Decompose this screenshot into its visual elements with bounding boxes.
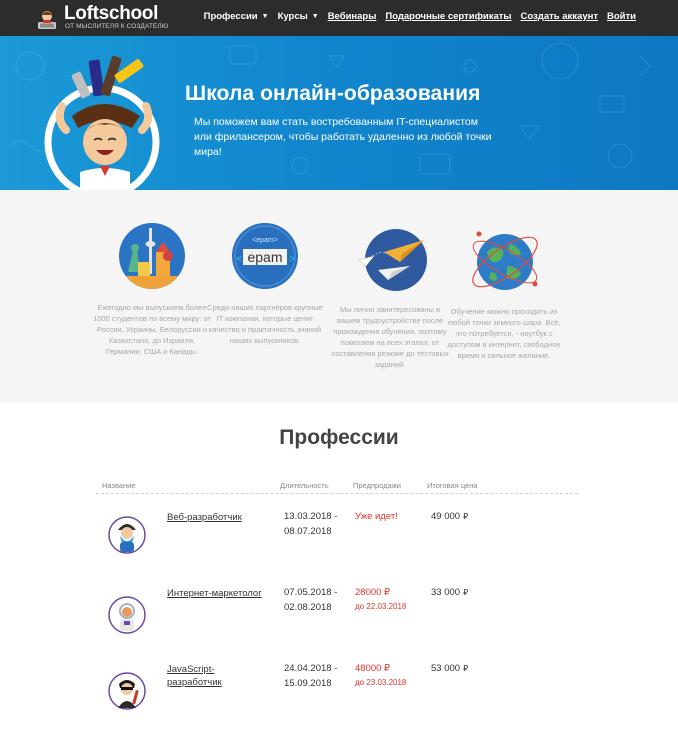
nav-link-create-account[interactable]: Создать аккаунт (521, 11, 598, 22)
table-row: Интернет-маркетолог 07.05.2018 - 02.08.2… (96, 582, 578, 652)
marketer-avatar-icon (108, 596, 146, 634)
course-price: 53 000 ₽ (431, 663, 468, 674)
course-link[interactable]: JavaScript-разработчик (167, 663, 245, 689)
duration-start: 24.04.2018 - (284, 663, 338, 674)
ruble-sign: ₽ (463, 588, 469, 597)
presale-status: Уже идет! (355, 511, 398, 522)
course-price: 33 000 ₽ (431, 587, 468, 598)
table-row: Веб-разработчик 13.03.2018 - 08.07.2018 … (96, 506, 578, 576)
epam-bracket: > (289, 254, 295, 265)
ruble-sign: ₽ (463, 512, 469, 521)
price-value: 53 000 (431, 663, 461, 674)
course-link[interactable]: Веб-разработчик (167, 511, 242, 524)
nav-link-webinars[interactable]: Вебинары (328, 11, 377, 22)
course-link[interactable]: Интернет-маркетолог (167, 587, 262, 600)
nav-links: Профессии ▼ Курсы ▼ Вебинары Подарочные се… (204, 11, 636, 22)
epam-big-logo: epam (247, 249, 282, 265)
hero-banner: Школа онлайн-образования Мы поможем вам … (0, 36, 678, 190)
nav-link-gift-certificates[interactable]: Подарочные сертификаты (385, 11, 511, 22)
ruble-sign: ₽ (463, 664, 469, 673)
nav-link-professions[interactable]: Профессии ▼ (204, 11, 269, 22)
logo-tagline: ОТ МЫСЛИТЕЛЯ К СОЗДАТЕЛЮ (65, 23, 169, 30)
logo-mascot-icon (38, 11, 56, 29)
column-header-duration: Длительность (280, 481, 329, 490)
duration-start: 07.05.2018 - (284, 587, 338, 598)
nav-link-label: Курсы (277, 11, 308, 22)
epam-bracket: < (236, 254, 242, 265)
course-presale: 48000 ₽ до 23.03.2018 (355, 661, 406, 689)
column-header-price: Итоговая цена (427, 481, 478, 490)
course-duration: 24.04.2018 - 15.09.2018 (284, 661, 337, 691)
course-price: 49 000 ₽ (431, 511, 468, 522)
presale-price: 48000 ₽ (355, 663, 391, 674)
hero-title: Школа онлайн-образования (185, 82, 481, 105)
price-value: 33 000 (431, 587, 461, 598)
price-value: 49 000 (431, 511, 461, 522)
duration-end: 08.07.2018 (284, 526, 332, 537)
globe-orbit-icon (472, 231, 538, 290)
column-header-name: Название (102, 481, 136, 490)
feature-text: Среди наших партнёров крупные IT компани… (207, 303, 323, 345)
caret-down-icon: ▼ (311, 13, 319, 20)
logo-name: Loftschool (64, 3, 159, 24)
course-presale: 28000 ₽ до 22.03.2018 (355, 585, 406, 613)
table-row: JavaScript-разработчик 24.04.2018 - 15.0… (96, 660, 578, 730)
feature-text: Ежегодно мы выпускаем более 1000 студент… (93, 303, 211, 356)
caret-down-icon: ▼ (261, 13, 269, 20)
duration-start: 13.03.2018 - (284, 511, 338, 522)
features-section: Ежегодно мы выпускаем более 1000 студент… (0, 190, 678, 403)
course-duration: 13.03.2018 - 08.07.2018 (284, 509, 337, 539)
js-developer-avatar-icon (108, 672, 146, 710)
feature-text: Обучение можно проходить из любой точки … (447, 307, 561, 360)
epam-small-logo: <epam> (252, 237, 278, 244)
presale-until: до 22.03.2018 (355, 602, 407, 611)
nav-link-courses[interactable]: Курсы ▼ (278, 11, 319, 22)
nav-link-login[interactable]: Войти (607, 11, 636, 22)
world-landmarks-icon (119, 223, 185, 289)
professions-table-header: Название Длительность Предпродажи Итогов… (96, 481, 578, 494)
course-duration: 07.05.2018 - 02.08.2018 (284, 585, 337, 615)
professions-title: Профессии (279, 426, 399, 449)
presale-until: до 23.03.2018 (355, 678, 407, 687)
epam-logo-icon: <epam> epam > < (232, 223, 298, 289)
column-header-presale: Предпродажи (353, 481, 401, 490)
duration-end: 02.08.2018 (284, 602, 332, 613)
nav-link-label: Профессии (203, 11, 258, 22)
feature-remote: Обучение можно проходить из любой точки … (444, 222, 564, 361)
duration-end: 15.09.2018 (284, 678, 332, 689)
hero-character-illustration (44, 55, 160, 190)
presale-price: 28000 ₽ (355, 587, 391, 598)
feature-graduates: Ежегодно мы выпускаем более 1000 студент… (92, 222, 212, 357)
hero-subtitle: Мы поможем вам стать востребованным IT-с… (194, 116, 492, 158)
paper-planes-icon (357, 229, 427, 291)
top-navbar: Loftschool ОТ МЫСЛИТЕЛЯ К СОЗДАТЕЛЮ Проф… (0, 0, 678, 36)
course-presale: Уже идет! (355, 509, 398, 524)
web-developer-avatar-icon (108, 516, 146, 554)
feature-partners: <epam> epam > < Среди наших партнёров кр… (205, 222, 325, 346)
feature-text: Мы лично заинтересованы в вашем трудоуст… (331, 305, 449, 369)
feature-employment: Мы лично заинтересованы в вашем трудоуст… (330, 222, 450, 370)
